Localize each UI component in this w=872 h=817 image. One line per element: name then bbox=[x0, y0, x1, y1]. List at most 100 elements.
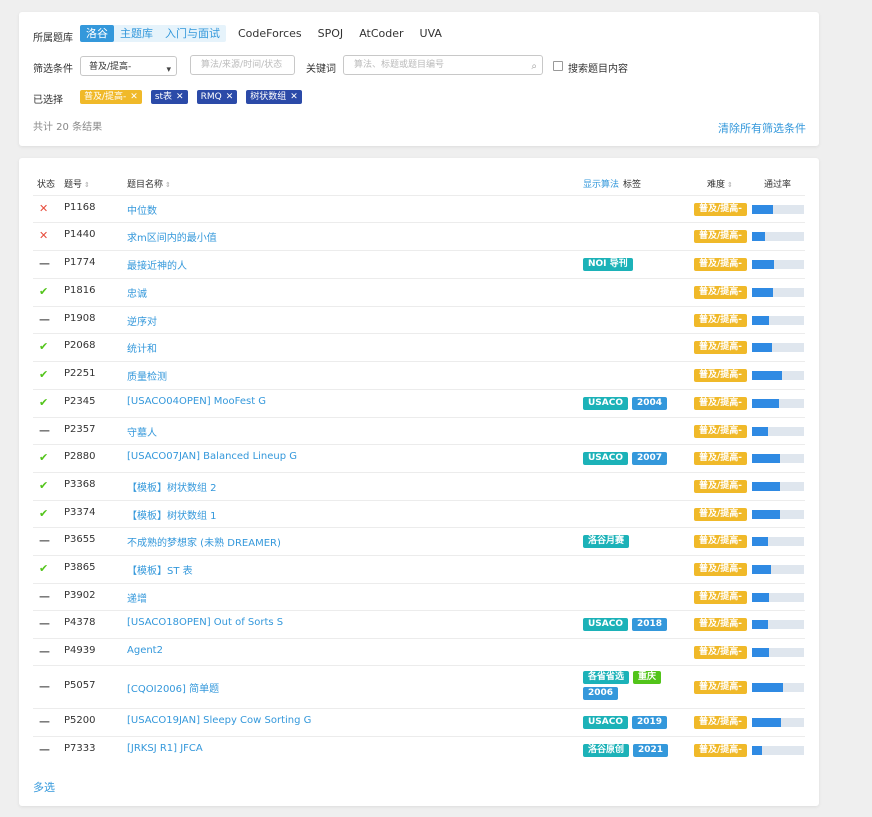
luogu-tab-group: 洛谷 主题库 入门与面试 bbox=[80, 25, 226, 42]
table-row: ✔ P3374 【模板】树状数组 1 普及/提高- bbox=[33, 500, 805, 527]
pass-rate-bar bbox=[752, 288, 804, 297]
problem-title-link[interactable]: 求m区间内的最小值 bbox=[127, 229, 217, 244]
sort-icon: ⇕ bbox=[165, 181, 171, 189]
close-icon[interactable]: ✕ bbox=[130, 90, 138, 104]
problem-title-link[interactable]: [JRKSJ R1] JFCA bbox=[127, 743, 203, 754]
problem-title-link[interactable]: [CQOI2006] 简单题 bbox=[127, 680, 219, 695]
pass-rate-fill bbox=[752, 399, 780, 408]
source-label: 所属题库 bbox=[33, 33, 73, 44]
sort-icon: ⇕ bbox=[84, 181, 90, 189]
problem-tag[interactable]: 2021 bbox=[633, 744, 669, 757]
table-row: — P4378 [USACO18OPEN] Out of Sorts S USACO 2… bbox=[33, 610, 805, 638]
accepted-check-icon: ✔ bbox=[39, 368, 49, 381]
problem-title-link[interactable]: 【模板】树状数组 2 bbox=[127, 479, 217, 494]
tab-main-library[interactable]: 主题库 bbox=[114, 25, 159, 42]
problem-tag[interactable]: USACO bbox=[583, 618, 629, 631]
problem-tag[interactable]: 各省省选 bbox=[583, 671, 630, 684]
problem-tag[interactable]: NOI 导刊 bbox=[583, 258, 633, 271]
filter-chip: 普及/提高- ✕ bbox=[80, 90, 142, 104]
problem-tag[interactable]: USACO bbox=[583, 716, 629, 729]
header-difficulty[interactable]: 难度 ⇕ bbox=[707, 177, 733, 190]
difficulty-select[interactable]: 普及/提高- ▾ bbox=[80, 56, 177, 76]
problem-tag[interactable]: 2007 bbox=[632, 452, 668, 465]
problem-title-link[interactable]: 忠诚 bbox=[127, 285, 147, 300]
header-title-label: 题目名称 bbox=[127, 180, 164, 190]
difficulty-badge: 普及/提高- bbox=[694, 618, 747, 631]
keyword-input[interactable]: 算法、标题或题目编号 ⌕ bbox=[343, 55, 543, 75]
problem-title-link[interactable]: 守墓人 bbox=[127, 424, 157, 439]
not-attempted-dash-icon: — bbox=[39, 534, 50, 547]
problem-id: P1440 bbox=[64, 229, 96, 240]
show-algorithm-toggle[interactable]: 显示算法 bbox=[583, 177, 619, 190]
problem-id: P2880 bbox=[64, 451, 96, 462]
header-title[interactable]: 题目名称 ⇕ bbox=[127, 177, 171, 190]
table-row: — P1908 逆序对 普及/提高- bbox=[33, 306, 805, 333]
accepted-check-icon: ✔ bbox=[39, 285, 49, 298]
problem-tag[interactable]: 2006 bbox=[583, 687, 619, 700]
algorithm-source-input[interactable]: 算法/来源/时间/状态 bbox=[190, 55, 295, 75]
difficulty-badge: 普及/提高- bbox=[694, 425, 747, 438]
problem-tags: 洛谷原创 2021 bbox=[583, 744, 683, 760]
problem-title-link[interactable]: [USACO04OPEN] MooFest G bbox=[127, 396, 266, 407]
problem-title-link[interactable]: [USACO18OPEN] Out of Sorts S bbox=[127, 617, 283, 628]
close-icon[interactable]: ✕ bbox=[176, 90, 184, 104]
not-attempted-dash-icon: — bbox=[39, 617, 50, 630]
accepted-check-icon: ✔ bbox=[39, 396, 49, 409]
table-row: ✕ P1440 求m区间内的最小值 普及/提高- bbox=[33, 222, 805, 250]
filter-chip-label: 普及/提高- bbox=[84, 92, 127, 102]
filter-chip: 树状数组 ✕ bbox=[246, 90, 302, 104]
problem-title-link[interactable]: [USACO07JAN] Balanced Lineup G bbox=[127, 451, 297, 462]
problem-title-link[interactable]: 最接近神的人 bbox=[127, 257, 187, 272]
header-pid[interactable]: 题号 ⇕ bbox=[64, 177, 90, 190]
tab-intro-interview[interactable]: 入门与面试 bbox=[159, 25, 226, 42]
close-icon[interactable]: ✕ bbox=[290, 90, 298, 104]
selected-label: 已选择 bbox=[33, 95, 63, 106]
problem-tag[interactable]: 2019 bbox=[632, 716, 668, 729]
search-content-checkbox[interactable] bbox=[553, 61, 563, 71]
keyword-label: 关键词 bbox=[306, 64, 336, 75]
problem-title-link[interactable]: 统计和 bbox=[127, 340, 157, 355]
problem-title-link[interactable]: Agent2 bbox=[127, 645, 163, 656]
accepted-check-icon: ✔ bbox=[39, 507, 49, 520]
problem-title-link[interactable]: 中位数 bbox=[127, 202, 157, 217]
tab-codeforces[interactable]: CodeForces bbox=[232, 25, 308, 42]
problem-tag[interactable]: 2018 bbox=[632, 618, 668, 631]
not-attempted-dash-icon: — bbox=[39, 715, 50, 728]
problem-tag[interactable]: 重庆 bbox=[633, 671, 662, 684]
problem-title-link[interactable]: 质量检测 bbox=[127, 368, 167, 383]
pass-rate-bar bbox=[752, 205, 804, 214]
table-row: ✔ P2345 [USACO04OPEN] MooFest G USACO 2004 普及… bbox=[33, 389, 805, 417]
problem-title-link[interactable]: 不成熟的梦想家 (未熟 DREAMER) bbox=[127, 534, 281, 549]
problem-tags: NOI 导刊 bbox=[583, 258, 683, 274]
problem-tag[interactable]: 洛谷月赛 bbox=[583, 535, 630, 548]
table-row: ✔ P2068 统计和 普及/提高- bbox=[33, 333, 805, 361]
accepted-check-icon: ✔ bbox=[39, 340, 49, 353]
problem-id: P7333 bbox=[64, 743, 96, 754]
problem-tag[interactable]: USACO bbox=[583, 452, 629, 465]
problem-title-link[interactable]: [USACO19JAN] Sleepy Cow Sorting G bbox=[127, 715, 311, 726]
pass-rate-bar bbox=[752, 565, 804, 574]
problem-tag[interactable]: 洛谷原创 bbox=[583, 744, 630, 757]
problem-id: P1774 bbox=[64, 257, 96, 268]
table-row: — P2357 守墓人 普及/提高- bbox=[33, 417, 805, 444]
problem-title-link[interactable]: 递增 bbox=[127, 590, 147, 605]
pass-rate-fill bbox=[752, 537, 768, 546]
tab-spoj[interactable]: SPOJ bbox=[312, 25, 350, 42]
tab-atcoder[interactable]: AtCoder bbox=[353, 25, 409, 42]
tab-uva[interactable]: UVA bbox=[414, 25, 448, 42]
search-icon[interactable]: ⌕ bbox=[531, 58, 537, 76]
tab-luogu[interactable]: 洛谷 bbox=[80, 25, 114, 42]
pass-rate-fill bbox=[752, 510, 780, 519]
problem-title-link[interactable]: 逆序对 bbox=[127, 313, 157, 328]
problem-id: P3368 bbox=[64, 479, 96, 490]
problem-tag[interactable]: 2004 bbox=[632, 397, 668, 410]
clear-filters-link[interactable]: 清除所有筛选条件 bbox=[718, 120, 806, 136]
close-icon[interactable]: ✕ bbox=[226, 90, 234, 104]
problem-title-link[interactable]: 【模板】树状数组 1 bbox=[127, 507, 217, 522]
difficulty-badge: 普及/提高- bbox=[694, 452, 747, 465]
problem-title-link[interactable]: 【模板】ST 表 bbox=[127, 562, 193, 577]
multi-select-link[interactable]: 多选 bbox=[33, 779, 55, 795]
pass-rate-fill bbox=[752, 205, 773, 214]
problem-tag[interactable]: USACO bbox=[583, 397, 629, 410]
wrong-cross-icon: ✕ bbox=[39, 202, 49, 215]
